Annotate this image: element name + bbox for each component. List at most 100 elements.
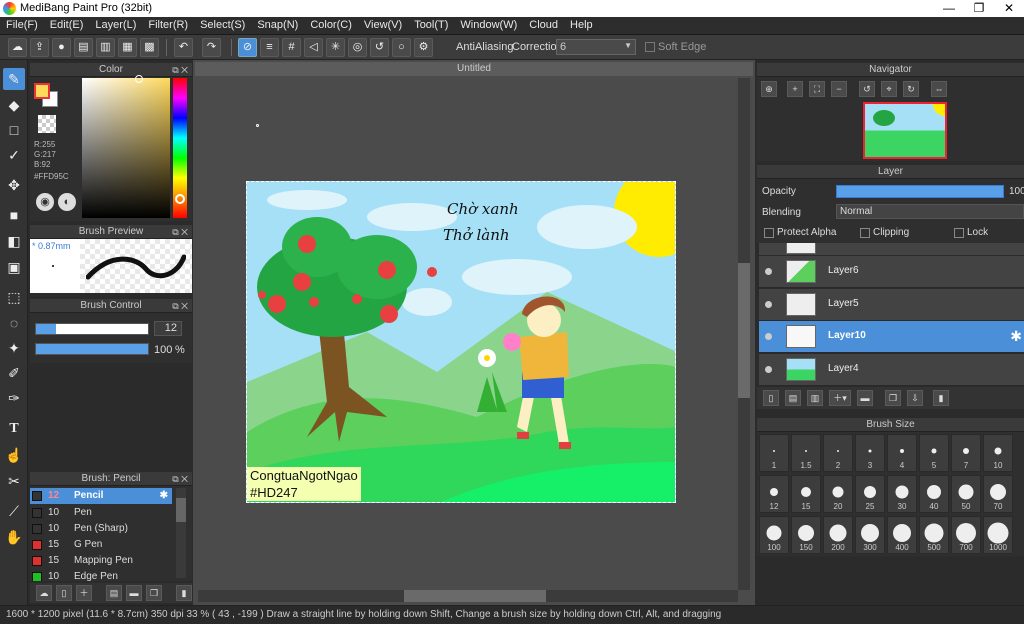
menu-tool[interactable]: Tool(T): [408, 17, 454, 33]
gear-icon[interactable]: ✱: [1010, 328, 1022, 345]
brush-size-4[interactable]: 4: [887, 434, 917, 472]
eyedropper-tool-icon[interactable]: ⟋: [3, 500, 25, 522]
brush-size-300[interactable]: 300: [855, 516, 885, 554]
protect-alpha-checkbox[interactable]: [764, 228, 774, 238]
nav-zoom-icon[interactable]: ⊕: [761, 81, 777, 97]
brush-item-edge-pen[interactable]: 10 Edge Pen: [30, 569, 172, 581]
correction-select[interactable]: 6 ▼: [556, 39, 636, 55]
brush-size-70[interactable]: 70: [983, 475, 1013, 513]
color-picker-cursor[interactable]: [135, 75, 143, 83]
new-layer-icon[interactable]: ▯: [763, 390, 779, 406]
eye-icon[interactable]: [765, 366, 772, 373]
brush-size-200[interactable]: 200: [823, 516, 853, 554]
layer-row[interactable]: Layer5: [759, 289, 1024, 321]
brush-item-pen[interactable]: 10 Pen: [30, 505, 172, 521]
brush-size-50[interactable]: 50: [951, 475, 981, 513]
brush-item-g-pen[interactable]: 15 G Pen: [30, 537, 172, 553]
palette-icon[interactable]: ◉: [36, 193, 54, 211]
close-button[interactable]: ✕: [994, 0, 1024, 17]
snap-radial-icon[interactable]: ✳: [326, 38, 345, 57]
lasso-tool-icon[interactable]: ◌: [3, 312, 25, 334]
redo-icon[interactable]: ↷: [202, 38, 221, 57]
add-layer-dropdown-icon[interactable]: ＋▾: [829, 390, 851, 406]
clipping-checkbox[interactable]: [860, 228, 870, 238]
brush-size-40[interactable]: 40: [919, 475, 949, 513]
panel-close-icon[interactable]: ⧉ ✕: [172, 299, 188, 313]
hand-tool-icon[interactable]: ✋: [3, 526, 25, 548]
eye-icon[interactable]: [765, 268, 772, 275]
hue-slider-handle[interactable]: [175, 194, 185, 204]
snap-parallel-icon[interactable]: ≡: [260, 38, 279, 57]
brush-size-500[interactable]: 500: [919, 516, 949, 554]
snap-grid-icon[interactable]: #: [282, 38, 301, 57]
nav-flip-icon[interactable]: ⇔: [931, 81, 947, 97]
brush-size-12[interactable]: 12: [759, 475, 789, 513]
brush-size-100[interactable]: 100: [759, 516, 789, 554]
grid-icon[interactable]: ▩: [140, 38, 159, 57]
canvas-vertical-scrollbar[interactable]: [738, 78, 750, 590]
layer-opacity-slider[interactable]: [836, 185, 1004, 198]
brush-duplicate-icon[interactable]: ❐: [146, 585, 162, 601]
transparent-color-swatch[interactable]: [38, 115, 56, 133]
select-eraser-tool-icon[interactable]: ✑: [3, 387, 25, 409]
add-brush-icon[interactable]: ＋: [76, 585, 92, 601]
layer-row-selected[interactable]: Layer10 ✱: [759, 321, 1024, 353]
brush-size-10[interactable]: 10: [983, 434, 1013, 472]
color-saturation-field[interactable]: [82, 78, 170, 218]
menu-snap[interactable]: Snap(N): [251, 17, 304, 33]
brush-cloud-icon[interactable]: ☁: [36, 585, 52, 601]
snap-ellipse-icon[interactable]: ○: [392, 38, 411, 57]
gear-icon[interactable]: ✱: [160, 488, 168, 504]
delete-layer-icon[interactable]: ▮: [933, 390, 949, 406]
brush-size-3[interactable]: 3: [855, 434, 885, 472]
menu-color[interactable]: Color(C): [304, 17, 358, 33]
snap-perspective-icon[interactable]: ◁: [304, 38, 323, 57]
canvas-horizontal-scrollbar[interactable]: [198, 590, 738, 602]
nav-rotate-right-icon[interactable]: ↻: [903, 81, 919, 97]
pages-icon[interactable]: ▦: [118, 38, 137, 57]
eye-icon[interactable]: [765, 333, 772, 340]
new-8bit-layer-icon[interactable]: ▥: [807, 390, 823, 406]
layer-row[interactable]: Layer4: [759, 354, 1024, 386]
operation-tool-icon[interactable]: ☝: [3, 444, 25, 466]
nav-zoom-out-icon[interactable]: −: [831, 81, 847, 97]
layer-folder-icon[interactable]: ▬: [857, 390, 873, 406]
minimize-button[interactable]: —: [934, 0, 964, 17]
brush-list-scrollbar[interactable]: [176, 488, 186, 578]
nav-fit-icon[interactable]: ⛶: [809, 81, 825, 97]
panel-close-icon[interactable]: ⧉ ✕: [172, 63, 188, 77]
merge-layer-icon[interactable]: ⇩: [907, 390, 923, 406]
menu-view[interactable]: View(V): [358, 17, 408, 33]
brush-item-pencil[interactable]: 12 Pencil ✱: [30, 488, 172, 504]
duplicate-layer-icon[interactable]: ❐: [885, 390, 901, 406]
cloud-icon[interactable]: ☁: [8, 38, 27, 57]
lock-checkbox[interactable]: [954, 228, 964, 238]
soft-edge-checkbox[interactable]: [645, 42, 655, 52]
fill-rect-tool-icon[interactable]: ■: [3, 204, 25, 226]
brush-size-15[interactable]: 15: [791, 475, 821, 513]
new-halftone-layer-icon[interactable]: ▤: [785, 390, 801, 406]
brush-size-700[interactable]: 700: [951, 516, 981, 554]
brush-size-input[interactable]: 12: [154, 321, 182, 336]
nav-zoom-in-icon[interactable]: +: [787, 81, 803, 97]
bucket-tool-icon[interactable]: ◧: [3, 230, 25, 252]
comment-icon[interactable]: ●: [52, 38, 71, 57]
menu-window[interactable]: Window(W): [454, 17, 523, 33]
brush-item-pen-sharp[interactable]: 10 Pen (Sharp): [30, 521, 172, 537]
shape-tool-icon[interactable]: □: [3, 119, 25, 141]
brush-opacity-slider[interactable]: [35, 343, 149, 355]
snap-circle-icon[interactable]: ◎: [348, 38, 367, 57]
artwork-canvas[interactable]: Chờ xanh Thở lành CongtuaNgotNgao #HD247: [246, 181, 676, 503]
brush-size-150[interactable]: 150: [791, 516, 821, 554]
panel-toggle-icon[interactable]: ▤: [74, 38, 93, 57]
brush-size-1.5[interactable]: 1.5: [791, 434, 821, 472]
eraser-tool-icon[interactable]: ◆: [3, 94, 25, 116]
undo-icon[interactable]: ↶: [174, 38, 193, 57]
eye-icon[interactable]: [765, 301, 772, 308]
menu-layer[interactable]: Layer(L): [89, 17, 142, 33]
maximize-button[interactable]: ❐: [964, 0, 994, 17]
color-set-icon[interactable]: ◐: [58, 193, 76, 211]
brush-size-400[interactable]: 400: [887, 516, 917, 554]
menu-edit[interactable]: Edit(E): [44, 17, 90, 33]
brush-tool-icon[interactable]: ✎: [3, 68, 25, 90]
